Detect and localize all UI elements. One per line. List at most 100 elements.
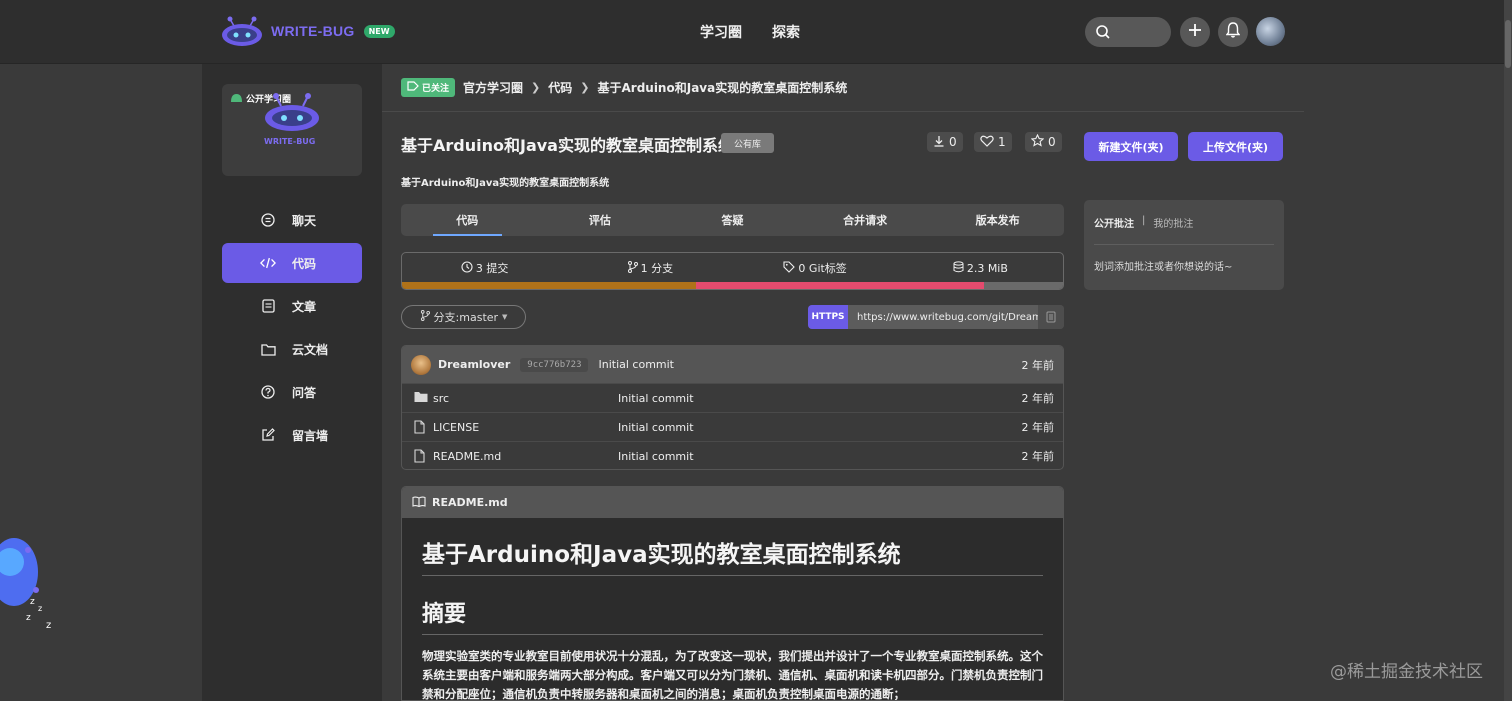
tab-my-annotations[interactable]: 我的批注 <box>1153 215 1193 230</box>
android-icon <box>230 93 243 105</box>
divider <box>382 111 1304 112</box>
copy-button[interactable] <box>1038 305 1064 329</box>
repo-description: 基于Arduino和Java实现的教室桌面控制系统 <box>401 178 610 189</box>
site-logo[interactable]: WRITE-BUG NEW <box>221 16 395 46</box>
svg-text:z: z <box>30 597 35 607</box>
branch-icon <box>627 260 638 276</box>
followed-button[interactable]: 已关注 <box>401 78 456 97</box>
latest-commit-row: Dreamlover 9cc776b723 Initial commit 2 年… <box>402 346 1063 383</box>
tab-releases[interactable]: 版本发布 <box>931 204 1064 236</box>
table-row[interactable]: README.md Initial commit 2 年前 <box>402 441 1063 469</box>
branches-link[interactable]: 1 分支 <box>567 260 732 276</box>
svg-text:z: z <box>46 620 51 631</box>
readme-heading: 基于Arduino和Java实现的教室桌面控制系统 <box>422 535 1043 576</box>
study-circle-card[interactable]: 公开学习圈 WRITE-BUG <box>222 84 362 176</box>
page-scrollbar[interactable] <box>1504 0 1512 701</box>
readme-header: README.md <box>402 487 1063 518</box>
chat-icon <box>260 213 276 227</box>
clock-icon <box>461 260 473 276</box>
file-name[interactable]: LICENSE <box>433 421 479 434</box>
file-name[interactable]: README.md <box>433 450 501 463</box>
add-button[interactable] <box>1180 17 1210 47</box>
plus-icon <box>1187 22 1203 42</box>
file-commit-message[interactable]: Initial commit <box>618 421 694 434</box>
clone-protocol-button[interactable]: HTTPS <box>808 305 848 329</box>
brand-name: WRITE-BUG <box>271 23 355 39</box>
chevron-right-icon: ❯ <box>580 81 590 94</box>
language-segment <box>696 282 984 289</box>
nav-study-circle[interactable]: 学习圈 <box>700 22 742 42</box>
repo-title: 基于Arduino和Java实现的教室桌面控制系统 <box>401 136 734 155</box>
new-file-button[interactable]: 新建文件(夹) <box>1084 132 1178 161</box>
repo-stats: 3 提交 1 分支 0 Git标签 2.3 MiB <box>401 252 1064 290</box>
committer-name[interactable]: Dreamlover <box>438 358 510 371</box>
file-time: 2 年前 <box>1021 392 1055 405</box>
like-count[interactable]: 1 <box>974 132 1012 152</box>
tags-link[interactable]: 0 Git标签 <box>733 260 898 276</box>
folder-icon <box>414 391 428 406</box>
commit-hash[interactable]: 9cc776b723 <box>520 357 589 372</box>
download-count[interactable]: 0 <box>927 132 963 152</box>
copy-icon <box>1046 308 1056 327</box>
tag-icon <box>407 81 419 94</box>
sidebar-item-chat[interactable]: 聊天 <box>222 200 362 240</box>
bell-icon <box>1225 22 1241 42</box>
chevron-right-icon: ❯ <box>531 81 541 94</box>
user-avatar[interactable] <box>1256 17 1285 46</box>
file-name[interactable]: src <box>433 392 449 405</box>
upload-file-button[interactable]: 上传文件(夹) <box>1188 132 1283 161</box>
sidebar-item-code[interactable]: 代码 <box>222 243 362 283</box>
table-row[interactable]: LICENSE Initial commit 2 年前 <box>402 412 1063 441</box>
commits-link[interactable]: 3 提交 <box>402 260 567 276</box>
language-segment <box>402 282 697 289</box>
question-icon <box>260 385 276 399</box>
tab-merge-requests[interactable]: 合并请求 <box>799 204 932 236</box>
file-icon <box>414 449 425 466</box>
file-commit-message[interactable]: Initial commit <box>618 392 694 405</box>
top-navbar: WRITE-BUG NEW 学习圈 探索 <box>0 0 1512 64</box>
sleeping-mascot-icon[interactable]: z z z z <box>0 532 51 632</box>
new-badge: NEW <box>363 24 395 38</box>
file-commit-message[interactable]: Initial commit <box>618 450 694 463</box>
star-icon <box>1030 133 1045 150</box>
table-row[interactable]: src Initial commit 2 年前 <box>402 383 1063 412</box>
sidebar-item-label: 文章 <box>292 299 317 314</box>
tab-public-annotations[interactable]: 公开批注 <box>1094 215 1134 230</box>
repo-tabs: 代码 评估 答疑 合并请求 版本发布 <box>401 204 1064 236</box>
file-list: Dreamlover 9cc776b723 Initial commit 2 年… <box>401 345 1064 470</box>
file-time: 2 年前 <box>1021 450 1055 463</box>
circle-logo-icon <box>264 92 320 136</box>
divider <box>1094 244 1274 245</box>
watermark: @稀土掘金技术社区 <box>1330 662 1483 682</box>
tab-evaluation[interactable]: 评估 <box>534 204 667 236</box>
notifications-button[interactable] <box>1218 17 1248 47</box>
commit-message[interactable]: Initial commit <box>598 358 674 371</box>
language-segment <box>983 282 1063 289</box>
breadcrumb-code[interactable]: 代码 <box>548 79 572 96</box>
breadcrumb: 已关注 官方学习圈 ❯ 代码 ❯ 基于Arduino和Java实现的教室桌面控制… <box>401 78 847 97</box>
sidebar-item-article[interactable]: 文章 <box>222 286 362 326</box>
nav-explore[interactable]: 探索 <box>772 22 800 42</box>
scrollbar-thumb[interactable] <box>1505 20 1511 68</box>
tab-separator: | <box>1142 215 1146 226</box>
left-sidebar: 公开学习圈 WRITE-BUG 聊天 代码 文章 云文档 问答 留言墙 <box>202 64 382 701</box>
code-icon <box>260 256 276 270</box>
sidebar-item-message-wall[interactable]: 留言墙 <box>222 415 362 455</box>
breadcrumb-official-circle[interactable]: 官方学习圈 <box>463 79 523 96</box>
breadcrumb-current: 基于Arduino和Java实现的教室桌面控制系统 <box>597 81 848 95</box>
search-input[interactable] <box>1085 17 1171 47</box>
star-count[interactable]: 0 <box>1025 132 1062 152</box>
committer-avatar[interactable] <box>411 354 431 375</box>
sidebar-item-qa[interactable]: 问答 <box>222 372 362 412</box>
tab-qa[interactable]: 答疑 <box>666 204 799 236</box>
readme-filename: README.md <box>432 496 508 509</box>
annotation-tabs: 公开批注 | 我的批注 <box>1094 215 1193 230</box>
sidebar-item-cloud-docs[interactable]: 云文档 <box>222 329 362 369</box>
sidebar-item-label: 云文档 <box>292 342 329 357</box>
clone-url-input[interactable]: https://www.writebug.com/git/Dream <box>848 305 1038 329</box>
annotation-hint: 划词添加批注或者你想说的话~ <box>1094 262 1233 273</box>
branch-select[interactable]: 分支:master ▼ <box>401 305 526 329</box>
tab-code[interactable]: 代码 <box>401 204 534 236</box>
book-icon <box>412 496 426 510</box>
svg-text:z: z <box>38 604 42 613</box>
